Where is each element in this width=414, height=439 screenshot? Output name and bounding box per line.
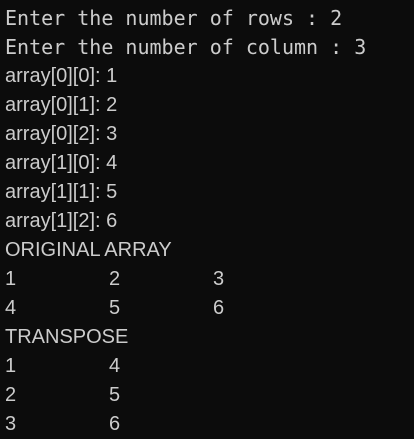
input-line: array[0][1]: 2 [5, 94, 118, 116]
array-cell: 4 [109, 355, 121, 377]
console-window: Enter the number of rows : 2 Enter the n… [0, 0, 414, 438]
array-cell: 6 [109, 413, 121, 435]
array-cell: 6 [213, 297, 225, 319]
array-cell: 5 [109, 384, 121, 406]
original-array-row: 1 2 3 [5, 265, 414, 294]
transpose-row: 2 5 [5, 381, 414, 410]
original-array-heading: ORIGINAL ARRAY [5, 239, 172, 261]
input-line: array[1][0]: 4 [5, 152, 118, 174]
input-line: array[0][0]: 1 [5, 65, 118, 87]
array-cell: 4 [5, 297, 17, 319]
array-cell: 3 [213, 268, 225, 290]
array-cell: 3 [5, 413, 17, 435]
original-array-row: 4 5 6 [5, 294, 414, 323]
prompt-rows: Enter the number of rows : 2 [5, 6, 343, 30]
array-cell: 2 [109, 268, 121, 290]
input-line: array[0][2]: 3 [5, 123, 118, 145]
array-cell: 1 [5, 355, 17, 377]
array-cell: 1 [5, 268, 17, 290]
array-cell: 5 [109, 297, 121, 319]
array-cell: 2 [5, 384, 17, 406]
input-line: array[1][2]: 6 [5, 210, 118, 232]
prompt-columns: Enter the number of column : 3 [5, 35, 367, 59]
transpose-row: 3 6 [5, 410, 414, 439]
transpose-heading: TRANSPOSE [5, 326, 129, 348]
input-line: array[1][1]: 5 [5, 181, 118, 203]
transpose-row: 1 4 [5, 352, 414, 381]
